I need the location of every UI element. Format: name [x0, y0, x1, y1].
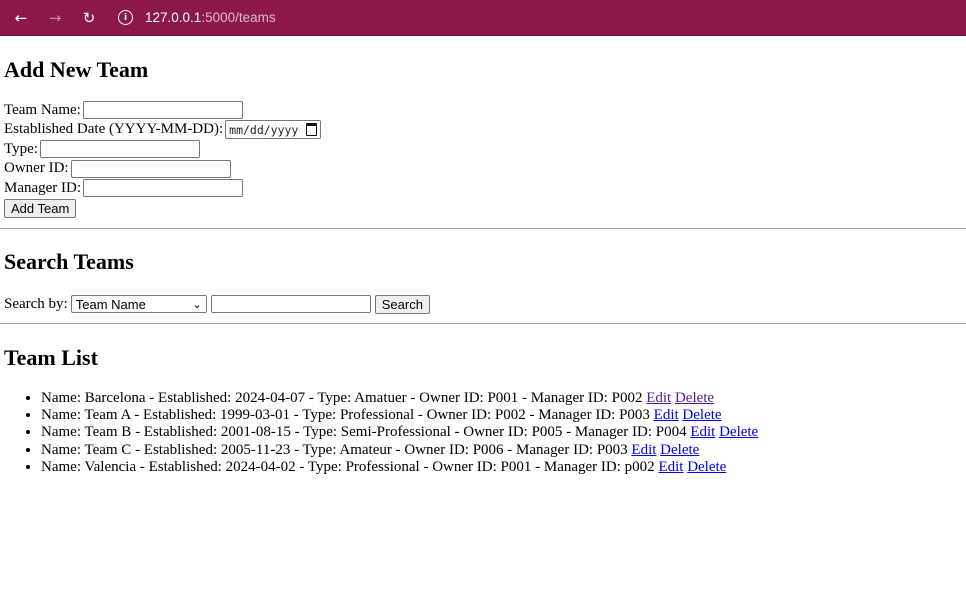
team-details: Name: Barcelona - Established: 2024-04-0…: [41, 389, 643, 406]
site-info-icon[interactable]: i: [118, 10, 133, 25]
owner-id-input[interactable]: [70, 159, 231, 178]
calendar-icon[interactable]: [306, 123, 318, 137]
type-input[interactable]: [39, 140, 200, 159]
search-by-select[interactable]: Team Name ⌄: [70, 295, 207, 314]
list-item: Name: Team A - Established: 1999-03-01 -…: [41, 407, 966, 424]
date-placeholder: mm/dd/yyyy: [229, 122, 299, 137]
address-bar[interactable]: i 127.0.0.1:5000/teams: [118, 10, 276, 25]
team-details: Name: Team A - Established: 1999-03-01 -…: [41, 406, 650, 423]
list-item: Name: Team B - Established: 2001-08-15 -…: [41, 424, 966, 441]
back-arrow-icon[interactable]: ←: [10, 7, 32, 29]
owner-id-row: Owner ID:: [4, 159, 966, 179]
search-input[interactable]: [210, 295, 371, 314]
manager-id-input[interactable]: [83, 179, 244, 198]
edit-link[interactable]: Edit: [654, 407, 679, 423]
established-date-label: Established Date (YYYY-MM-DD):: [4, 121, 224, 138]
add-team-heading: Add New Team: [4, 57, 149, 82]
divider: [0, 227, 966, 229]
team-name-input[interactable]: [82, 101, 243, 120]
type-label: Type:: [4, 140, 38, 157]
edit-link[interactable]: Edit: [690, 424, 715, 440]
owner-id-label: Owner ID:: [4, 160, 69, 177]
search-teams-heading: Search Teams: [4, 248, 134, 274]
delete-link[interactable]: Delete: [660, 442, 699, 458]
team-list-section: Team List Name: Barcelona - Established:…: [0, 345, 966, 476]
url-path: :5000/teams: [201, 10, 276, 25]
list-item: Name: Team C - Established: 2005-11-23 -…: [41, 442, 966, 459]
team-details: Name: Team B - Established: 2001-08-15 -…: [41, 424, 687, 441]
type-row: Type:: [4, 139, 966, 159]
edit-link[interactable]: Edit: [658, 459, 683, 475]
divider: [0, 323, 966, 325]
add-team-button-row: Add Team: [4, 198, 966, 220]
chevron-down-icon: ⌄: [192, 297, 202, 311]
manager-id-row: Manager ID:: [4, 178, 966, 198]
list-item: Name: Barcelona - Established: 2024-04-0…: [41, 390, 966, 407]
add-team-button[interactable]: Add Team: [4, 199, 77, 219]
forward-arrow-icon[interactable]: →: [44, 7, 66, 29]
edit-link[interactable]: Edit: [631, 442, 656, 458]
team-name-label: Team Name:: [4, 101, 81, 118]
established-date-input[interactable]: mm/dd/yyyy: [225, 120, 322, 140]
search-button[interactable]: Search: [374, 294, 430, 314]
search-section: Search Teams Search by: Team Name ⌄ Sear…: [0, 249, 966, 315]
search-row: Search by: Team Name ⌄ Search: [4, 293, 966, 315]
team-list-heading: Team List: [4, 345, 98, 371]
search-by-label: Search by:: [4, 295, 68, 312]
reload-icon[interactable]: ↻: [78, 7, 100, 29]
team-list: Name: Barcelona - Established: 2024-04-0…: [4, 390, 966, 476]
established-date-row: Established Date (YYYY-MM-DD): mm/dd/yyy…: [4, 120, 966, 140]
team-name-row: Team Name:: [4, 100, 966, 120]
delete-link[interactable]: Delete: [719, 424, 758, 440]
delete-link[interactable]: Delete: [687, 459, 726, 475]
manager-id-label: Manager ID:: [4, 179, 82, 196]
team-details: Name: Team C - Established: 2005-11-23 -…: [41, 441, 628, 458]
url-host: 127.0.0.1: [145, 10, 202, 25]
edit-link[interactable]: Edit: [646, 390, 671, 406]
team-details: Name: Valencia - Established: 2024-04-02…: [41, 458, 655, 475]
search-by-selected: Team Name: [75, 296, 146, 312]
page-content: Add New Team Team Name: Established Date…: [0, 57, 966, 220]
list-item: Name: Valencia - Established: 2024-04-02…: [41, 459, 966, 476]
delete-link[interactable]: Delete: [675, 390, 714, 406]
delete-link[interactable]: Delete: [682, 407, 721, 423]
browser-toolbar: ← → ↻ i 127.0.0.1:5000/teams: [0, 0, 966, 36]
